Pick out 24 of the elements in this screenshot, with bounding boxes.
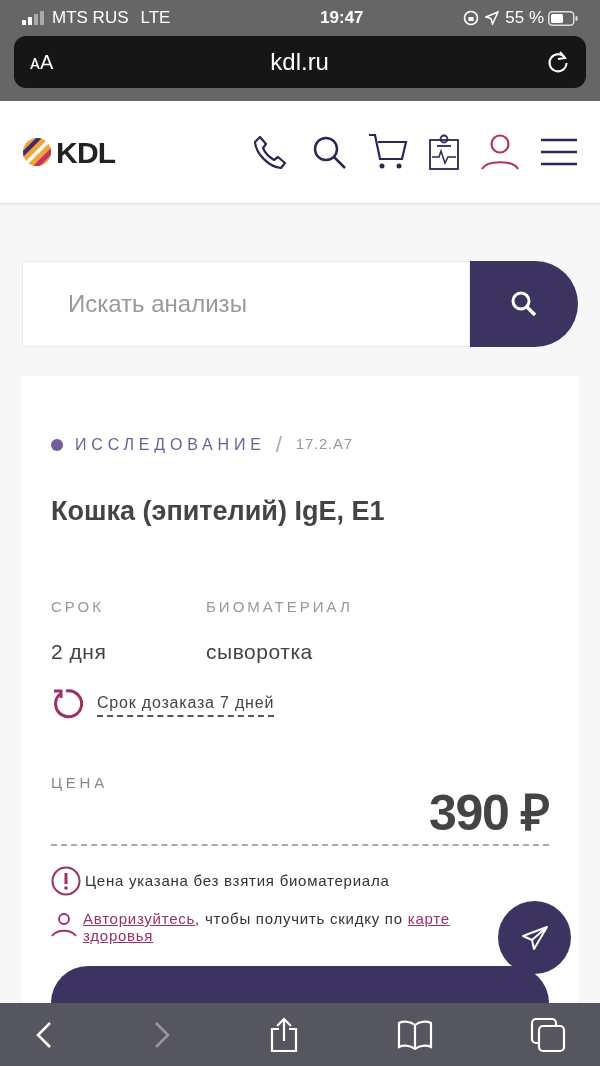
detail-value: 2 дня xyxy=(51,639,108,665)
health-card-link[interactable]: здоровья xyxy=(83,927,154,944)
price: 390 ₽ xyxy=(428,788,549,838)
address-bar[interactable]: ᴀA kdl.ru xyxy=(14,36,586,88)
carrier-name: MTS RUS xyxy=(52,7,129,30)
price-notice: Цена указана без взятия биоматериала xyxy=(85,870,390,891)
network-type: LTE xyxy=(140,7,171,30)
kdl-logo[interactable]: KDL xyxy=(22,129,116,175)
test-code: 17.2.A7 xyxy=(295,434,353,455)
reorder-link[interactable]: Срок дозаказа 7 дней xyxy=(97,690,275,717)
battery-percent: 55 % xyxy=(505,7,544,30)
test-title: Кошка (эпителий) IgE, E1 xyxy=(51,495,386,528)
login-link[interactable]: Авторизуйтесь xyxy=(83,910,196,927)
price-label: ЦЕНА xyxy=(51,772,109,793)
category-label: ИССЛЕДОВАНИЕ xyxy=(75,434,266,455)
separator: / xyxy=(275,431,282,459)
detail-label: СРОК xyxy=(51,596,105,617)
discount-hint: Авторизуйтесь, чтобы получить скидку по карте здоровья xyxy=(83,910,451,944)
detail-label: БИОМАТЕРИАЛ xyxy=(206,596,354,617)
text-size-button[interactable]: ᴀA xyxy=(30,47,54,77)
health-card-link[interactable]: карте xyxy=(407,910,450,927)
clock-time: 19:47 xyxy=(319,7,364,30)
detail-value: сыворотка xyxy=(206,639,314,665)
url-text: kdl.ru xyxy=(270,47,329,77)
